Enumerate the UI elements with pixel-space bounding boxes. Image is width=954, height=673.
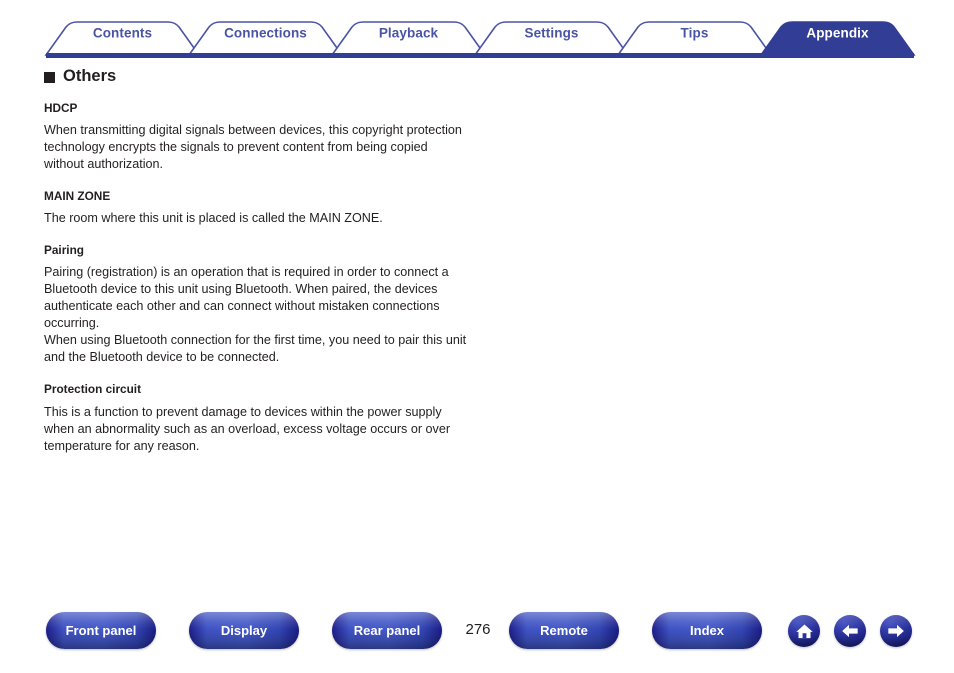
remote-button[interactable]: Remote xyxy=(509,612,619,649)
tab-settings[interactable]: Settings xyxy=(475,26,628,40)
back-button[interactable] xyxy=(834,615,866,647)
term-main-zone: MAIN ZONE xyxy=(44,188,111,203)
tab-connections[interactable]: Connections xyxy=(189,26,342,40)
forward-button[interactable] xyxy=(880,615,912,647)
description-protection-circuit: This is a function to prevent damage to … xyxy=(44,404,451,453)
arrow-left-icon xyxy=(840,621,860,641)
term-protection-circuit: Protection circuit xyxy=(44,382,142,397)
page-title: Others xyxy=(63,67,117,85)
tab-appendix[interactable]: Appendix xyxy=(761,26,914,40)
page-content: Others HDCP When transmitting digital si… xyxy=(44,68,514,455)
description-hdcp: When transmitting digital signals betwee… xyxy=(44,122,462,171)
home-icon xyxy=(795,622,814,641)
remote-button-label: Remote xyxy=(540,623,588,638)
description-main-zone: The room where this unit is placed is ca… xyxy=(44,211,383,226)
tab-bar-rule xyxy=(46,53,914,58)
filled-square-bullet-icon xyxy=(44,71,55,83)
tab-playback[interactable]: Playback xyxy=(332,26,485,40)
rear-panel-button[interactable]: Rear panel xyxy=(332,612,442,649)
term-hdcp: HDCP xyxy=(44,100,78,115)
arrow-right-icon xyxy=(886,621,906,641)
footer-navigation: Front panel Display Rear panel 276 Remot… xyxy=(0,612,954,673)
tab-bar: Contents Connections Playback Settings T… xyxy=(0,0,954,62)
tab-contents[interactable]: Contents xyxy=(46,26,199,40)
rear-panel-button-label: Rear panel xyxy=(353,623,421,638)
display-button-label: Display xyxy=(220,623,268,638)
index-button-label: Index xyxy=(690,623,724,638)
front-panel-button-label: Front panel xyxy=(65,623,137,638)
home-icon-button[interactable] xyxy=(788,615,820,647)
front-panel-button[interactable]: Front panel xyxy=(46,612,156,649)
index-button[interactable]: Index xyxy=(652,612,762,649)
section-heading: Others xyxy=(44,68,514,85)
description-pairing: Pairing (registration) is an operation t… xyxy=(44,265,467,365)
term-pairing: Pairing xyxy=(44,243,84,258)
page-number: 276 xyxy=(465,621,491,638)
display-button[interactable]: Display xyxy=(189,612,299,649)
tab-tips[interactable]: Tips xyxy=(618,26,771,40)
